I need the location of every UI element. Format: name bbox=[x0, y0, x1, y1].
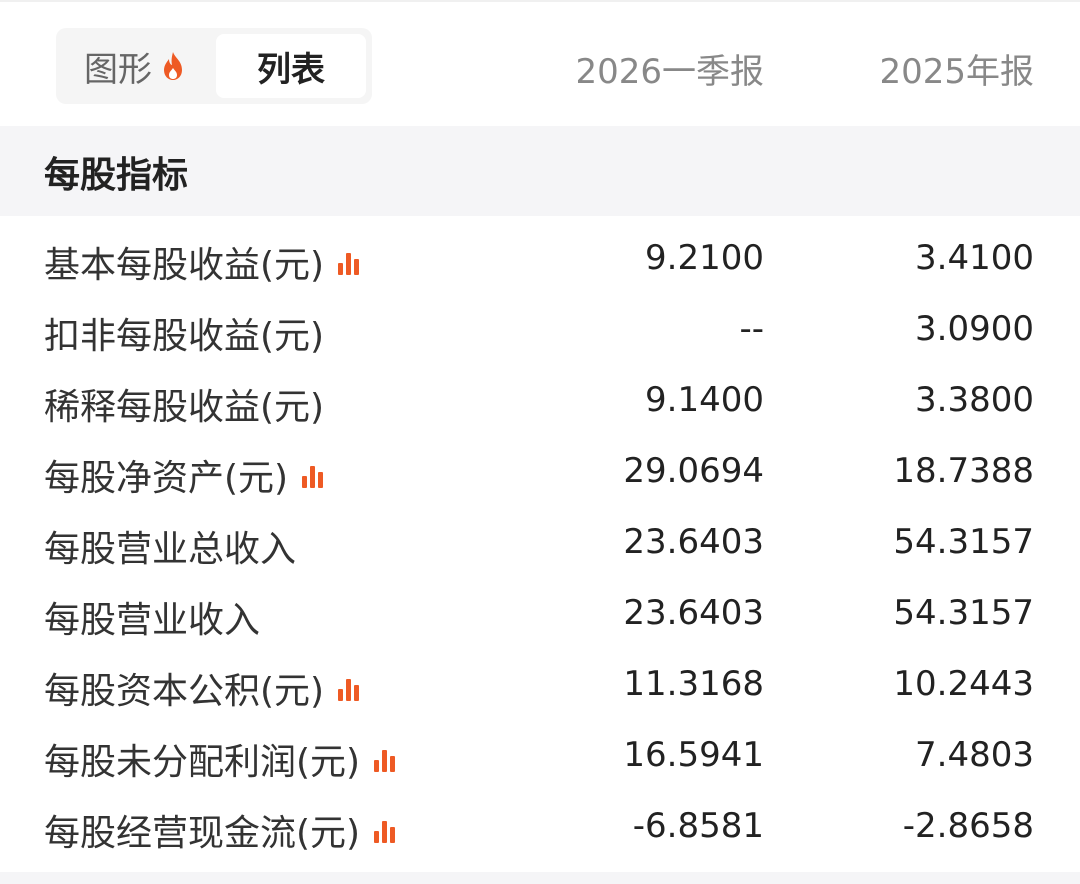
bar-chart-icon[interactable] bbox=[336, 249, 362, 275]
table-header: 图形 列表 2026一季报 2025年报 bbox=[0, 2, 1080, 126]
row-label-text: 每股资本公积(元) bbox=[44, 671, 325, 712]
value-annual-2025: 10.2443 bbox=[893, 664, 1034, 704]
row-label-text: 每股经营现金流(元) bbox=[44, 813, 361, 854]
row-label: 基本每股收益(元) bbox=[44, 236, 362, 288]
section-header: 每股指标 bbox=[0, 126, 1080, 216]
value-q1-2026: -- bbox=[739, 309, 764, 349]
bar-chart-icon[interactable] bbox=[336, 675, 362, 701]
table-row: 每股未分配利润(元) 16.5941 7.4803 bbox=[0, 723, 1080, 794]
value-q1-2026: 23.6403 bbox=[623, 593, 764, 633]
indicator-list: 基本每股收益(元) 9.2100 3.4100 扣非每股收益(元) -- 3.0900 稀释… bbox=[0, 226, 1080, 865]
value-annual-2025: -2.8658 bbox=[902, 806, 1034, 846]
bar-chart-icon[interactable] bbox=[372, 817, 398, 843]
bar-chart-icon[interactable] bbox=[300, 462, 326, 488]
table-row: 稀释每股收益(元) 9.1400 3.3800 bbox=[0, 368, 1080, 439]
fire-icon bbox=[164, 52, 182, 80]
row-label: 稀释每股收益(元) bbox=[44, 378, 324, 430]
value-q1-2026: 9.1400 bbox=[645, 380, 764, 420]
value-q1-2026: 16.5941 bbox=[623, 735, 764, 775]
row-label: 扣非每股收益(元) bbox=[44, 307, 324, 359]
table-row: 基本每股收益(元) 9.2100 3.4100 bbox=[0, 226, 1080, 297]
column-header-annual-2025: 2025年报 bbox=[879, 52, 1034, 92]
table-row: 每股净资产(元) 29.0694 18.7388 bbox=[0, 439, 1080, 510]
row-label-text: 每股净资产(元) bbox=[44, 458, 289, 499]
bottom-divider bbox=[0, 872, 1080, 884]
value-q1-2026: 9.2100 bbox=[645, 238, 764, 278]
table-row: 每股经营现金流(元) -6.8581 -2.8658 bbox=[0, 794, 1080, 865]
value-annual-2025: 54.3157 bbox=[893, 522, 1034, 562]
financial-indicators-page: 图形 列表 2026一季报 2025年报 每股指标 基本每股收益(元) 9.210… bbox=[0, 0, 1080, 884]
tab-list[interactable]: 列表 bbox=[216, 34, 366, 98]
tab-list-label: 列表 bbox=[257, 49, 325, 90]
column-header-q1-2026: 2026一季报 bbox=[575, 52, 764, 92]
row-label-text: 稀释每股收益(元) bbox=[44, 387, 325, 428]
value-annual-2025: 18.7388 bbox=[893, 451, 1034, 491]
row-label-text: 每股营业收入 bbox=[44, 600, 261, 641]
row-label-text: 每股未分配利润(元) bbox=[44, 742, 361, 783]
value-q1-2026: 11.3168 bbox=[623, 664, 764, 704]
row-label: 每股资本公积(元) bbox=[44, 662, 362, 714]
row-label-text: 每股营业总收入 bbox=[44, 529, 297, 570]
value-annual-2025: 3.4100 bbox=[915, 238, 1034, 278]
value-annual-2025: 3.0900 bbox=[915, 309, 1034, 349]
bar-chart-icon[interactable] bbox=[372, 746, 398, 772]
row-label: 每股经营现金流(元) bbox=[44, 804, 398, 856]
row-label-text: 基本每股收益(元) bbox=[44, 245, 325, 286]
row-label: 每股营业收入 bbox=[44, 591, 260, 643]
row-label: 每股净资产(元) bbox=[44, 449, 326, 501]
tab-graph-label: 图形 bbox=[84, 49, 152, 90]
value-q1-2026: 23.6403 bbox=[623, 522, 764, 562]
row-label: 每股未分配利润(元) bbox=[44, 733, 398, 785]
table-row: 扣非每股收益(元) -- 3.0900 bbox=[0, 297, 1080, 368]
section-title: 每股指标 bbox=[44, 155, 189, 196]
value-q1-2026: -6.8581 bbox=[632, 806, 764, 846]
table-row: 每股营业总收入 23.6403 54.3157 bbox=[0, 510, 1080, 581]
row-label: 每股营业总收入 bbox=[44, 520, 296, 572]
value-annual-2025: 54.3157 bbox=[893, 593, 1034, 633]
view-toggle: 图形 列表 bbox=[56, 28, 372, 104]
value-annual-2025: 7.4803 bbox=[915, 735, 1034, 775]
value-q1-2026: 29.0694 bbox=[623, 451, 764, 491]
row-label-text: 扣非每股收益(元) bbox=[44, 316, 325, 357]
table-row: 每股资本公积(元) 11.3168 10.2443 bbox=[0, 652, 1080, 723]
tab-graph[interactable]: 图形 bbox=[56, 28, 214, 104]
table-row: 每股营业收入 23.6403 54.3157 bbox=[0, 581, 1080, 652]
value-annual-2025: 3.3800 bbox=[915, 380, 1034, 420]
